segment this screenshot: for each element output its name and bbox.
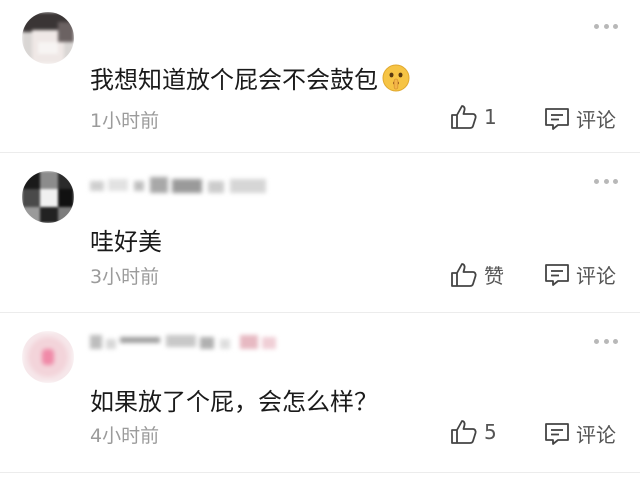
reply-button[interactable]: 评论 bbox=[544, 104, 616, 133]
shush-emoji-icon bbox=[382, 64, 410, 91]
like-button[interactable]: 1 bbox=[450, 104, 497, 130]
comment-item: 如果放了个屁，会怎么样？ 4小时前 5 评论 bbox=[0, 313, 640, 473]
avatar[interactable] bbox=[22, 12, 74, 64]
more-options-icon[interactable] bbox=[594, 22, 618, 30]
more-options-icon[interactable] bbox=[594, 337, 618, 345]
comment-text: 我想知道放个屁会不会鼓包 bbox=[90, 60, 410, 95]
comment-icon bbox=[545, 107, 569, 130]
reply-button[interactable]: 评论 bbox=[544, 419, 616, 448]
more-options-icon[interactable] bbox=[594, 177, 618, 185]
comment-icon bbox=[545, 422, 569, 445]
reply-button[interactable]: 评论 bbox=[544, 260, 616, 289]
thumbs-up-icon bbox=[451, 262, 477, 287]
comment-item: 我想知道放个屁会不会鼓包 1小时前 1 评论 bbox=[0, 0, 640, 153]
comment-icon bbox=[545, 263, 569, 286]
thumbs-up-icon bbox=[451, 105, 477, 129]
reply-label: 评论 bbox=[576, 423, 616, 447]
username-blurred bbox=[90, 335, 276, 349]
like-count: 1 bbox=[484, 105, 497, 129]
like-label: 赞 bbox=[484, 264, 504, 288]
reply-label: 评论 bbox=[576, 264, 616, 288]
comment-text-content: 我想知道放个屁会不会鼓包 bbox=[90, 66, 378, 94]
comment-time: 1小时前 bbox=[90, 110, 160, 132]
comment-item: 哇好美 3小时前 赞 评论 bbox=[0, 153, 640, 313]
comment-time: 3小时前 bbox=[90, 266, 160, 288]
reply-label: 评论 bbox=[576, 108, 616, 132]
like-button[interactable]: 5 bbox=[450, 419, 497, 445]
like-count: 5 bbox=[484, 420, 497, 444]
comment-text: 如果放了个屁，会怎么样？ bbox=[90, 388, 378, 416]
username-blurred bbox=[90, 177, 266, 193]
comment-text: 哇好美 bbox=[90, 228, 162, 256]
avatar[interactable] bbox=[22, 331, 74, 383]
comment-time: 4小时前 bbox=[90, 425, 160, 447]
like-button[interactable]: 赞 bbox=[450, 260, 504, 289]
avatar[interactable] bbox=[22, 171, 74, 223]
thumbs-up-icon bbox=[451, 420, 477, 444]
